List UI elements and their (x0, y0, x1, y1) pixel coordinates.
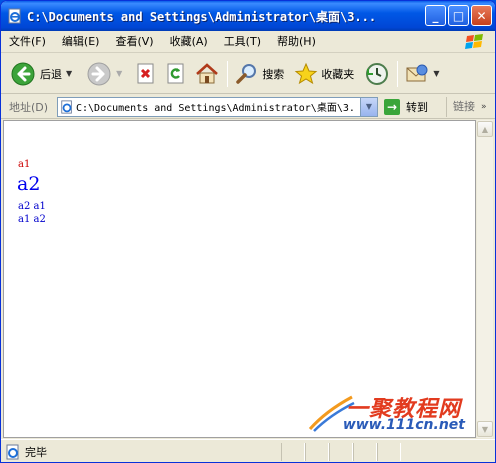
mail-icon (406, 64, 428, 81)
back-dropdown-icon[interactable]: ▼ (66, 69, 72, 78)
ie-page-icon (61, 99, 72, 114)
browser-window: C:\Documents and Settings\Administrator\… (0, 0, 496, 463)
page-content: a1 a2 a2 a1 a1 a2 一聚教程网 www.111cn.net (3, 120, 476, 438)
vertical-scrollbar[interactable]: ▲ ▼ (476, 120, 493, 438)
text-a1-a2: a1 a2 (18, 214, 46, 225)
back-arrow-icon (11, 62, 35, 85)
history-icon (366, 62, 389, 85)
menu-favorites[interactable]: 收藏(A) (162, 32, 216, 52)
maximize-icon: □ (452, 8, 465, 23)
scroll-down-icon[interactable]: ▼ (477, 421, 493, 437)
status-panel (305, 442, 329, 461)
go-arrow-icon: → (384, 98, 400, 115)
status-text: 完毕 (25, 445, 47, 459)
chevron-right-icon[interactable]: » (481, 102, 487, 112)
maximize-button[interactable]: □ (448, 5, 469, 26)
close-icon: ✕ (476, 8, 487, 23)
address-dropdown-icon[interactable]: ▼ (360, 97, 377, 116)
status-panel (329, 442, 353, 461)
forward-button[interactable]: ▼ (83, 58, 125, 90)
windows-logo-icon (465, 34, 483, 49)
go-button[interactable]: → 转到 (384, 98, 446, 115)
ie-page-icon (8, 8, 21, 24)
address-field[interactable]: C:\Documents and Settings\Administrator\… (57, 96, 378, 117)
text-a1-red: a1 (18, 159, 31, 170)
forward-dropdown-icon[interactable]: ▼ (116, 69, 122, 78)
menu-view[interactable]: 查看(V) (107, 32, 161, 52)
links-label[interactable]: 链接 (446, 96, 475, 117)
minimize-button[interactable]: _ (425, 5, 446, 26)
home-icon (196, 62, 219, 83)
history-button[interactable] (361, 58, 393, 90)
stop-button[interactable] (131, 58, 161, 90)
status-panels (281, 442, 401, 461)
search-button[interactable]: 搜索 (232, 58, 287, 90)
status-panel (281, 442, 305, 461)
search-icon (236, 63, 257, 84)
favorites-label: 收藏夹 (321, 67, 355, 81)
back-button[interactable]: 后退 ▼ (7, 58, 75, 90)
home-button[interactable] (191, 58, 223, 90)
watermark: 一聚教程网 www.111cn.net (306, 391, 471, 433)
scroll-up-icon[interactable]: ▲ (477, 121, 493, 137)
text-a2-large: a2 (17, 173, 41, 195)
watermark-url: www.111cn.net (342, 417, 465, 433)
address-bar: 地址(D) C:\Documents and Settings\Administ… (1, 95, 495, 119)
window-title: C:\Documents and Settings\Administrator\… (27, 9, 377, 24)
mail-dropdown-icon[interactable]: ▼ (433, 69, 439, 78)
refresh-icon (167, 63, 184, 83)
star-icon (295, 62, 318, 84)
stop-icon (137, 63, 154, 83)
ie-page-icon (6, 444, 19, 459)
address-value[interactable]: C:\Documents and Settings\Administrator\… (76, 99, 358, 114)
refresh-button[interactable] (161, 58, 191, 90)
back-label: 后退 (40, 67, 62, 81)
status-bar: 完毕 (1, 439, 495, 462)
favorites-button[interactable]: 收藏夹 (291, 58, 357, 90)
status-panel (377, 442, 401, 461)
address-label: 地址(D) (9, 100, 49, 114)
menu-bar: 文件(F) 编辑(E) 查看(V) 收藏(A) 工具(T) 帮助(H) (1, 31, 495, 53)
mail-button[interactable]: ▼ (402, 58, 442, 90)
menu-help[interactable]: 帮助(H) (269, 32, 324, 52)
menu-tools[interactable]: 工具(T) (216, 32, 269, 52)
search-label: 搜索 (262, 67, 285, 81)
go-label: 转到 (406, 100, 428, 114)
menu-edit[interactable]: 编辑(E) (54, 32, 108, 52)
close-button[interactable]: ✕ (471, 5, 492, 26)
toolbar-separator (397, 60, 399, 87)
minimize-icon: _ (432, 8, 439, 23)
menu-file[interactable]: 文件(F) (1, 32, 54, 52)
toolbar-separator (227, 60, 229, 87)
status-panel (353, 442, 377, 461)
toolbar: 后退 ▼ ▼ 搜索 收藏夹 ▼ (1, 54, 495, 94)
forward-arrow-icon (87, 62, 111, 85)
title-bar[interactable]: C:\Documents and Settings\Administrator\… (1, 1, 495, 31)
text-a2-a1: a2 a1 (18, 201, 46, 212)
